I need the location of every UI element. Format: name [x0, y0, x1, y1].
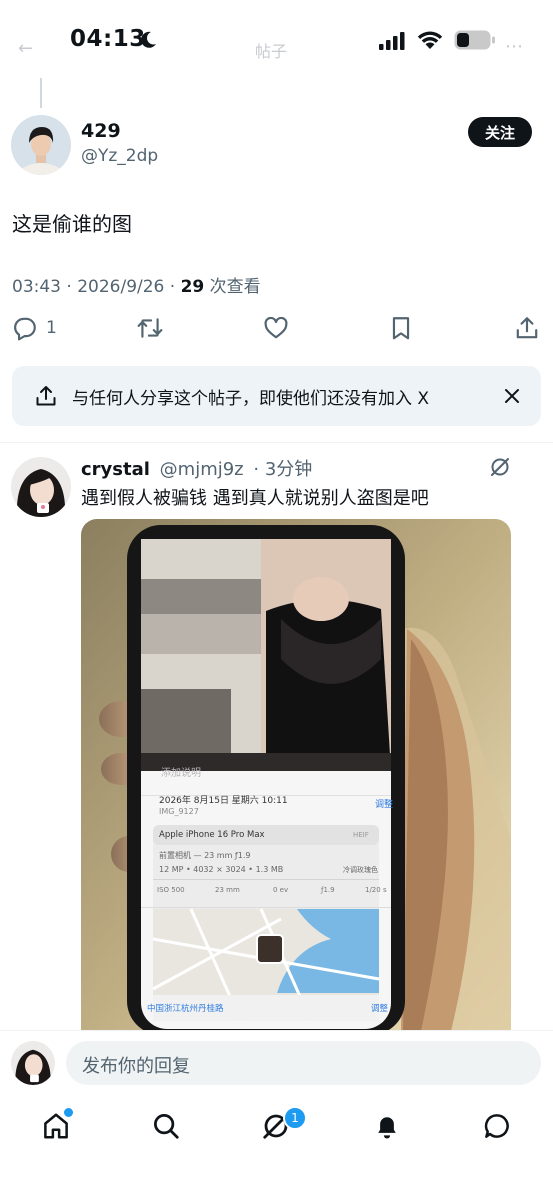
post-actions: 1: [0, 308, 553, 350]
photo-style: 冷调玫瑰色: [343, 866, 378, 874]
wifi-icon: [417, 31, 443, 49]
photo-file-name: IMG_9127: [159, 807, 199, 816]
tab-messages[interactable]: [477, 1106, 517, 1146]
reply-author-name[interactable]: crystal: [81, 459, 150, 480]
chat-icon: [484, 1114, 509, 1138]
photo-caption-placeholder: 添加说明: [161, 768, 201, 779]
photo-specs: 12 MP • 4032 × 3024 • 1.3 MB: [159, 865, 284, 874]
reply-icon: [14, 317, 36, 341]
home-notification-dot: [62, 1106, 75, 1119]
bell-icon: [378, 1117, 396, 1139]
share-action[interactable]: [514, 308, 540, 348]
photo-map-adjust: 调整: [371, 1004, 389, 1014]
back-arrow-icon[interactable]: ←: [18, 38, 33, 59]
photo-format-badge: HEIF: [353, 831, 369, 839]
photo-ev: 0 ev: [273, 886, 289, 894]
photo-shutter: 1/20 s: [365, 886, 387, 894]
reply-avatar[interactable]: [11, 457, 71, 517]
views-label: 次查看: [204, 277, 261, 297]
photo-date: 2026年 8月15日 星期六 10:11: [159, 796, 288, 806]
reply-text: 遇到假人被骗钱 遇到真人就说别人盗图是吧: [81, 488, 429, 509]
reply-input-placeholder: 发布你的回复: [82, 1056, 190, 1077]
author-name[interactable]: 429: [81, 120, 121, 142]
thread-line: [40, 78, 42, 108]
reply-time: · 3分钟: [253, 459, 313, 480]
bottom-tab-bar: [0, 1096, 553, 1200]
section-divider: [0, 442, 553, 443]
grok-icon[interactable]: [489, 456, 511, 478]
tab-notifications[interactable]: [367, 1106, 407, 1146]
heart-icon: [264, 316, 288, 339]
photo-camera: 前置相机 — 23 mm ƒ1.9: [159, 851, 251, 860]
status-time: 04:13: [70, 26, 146, 52]
moon-icon: [141, 31, 156, 48]
share-banner-text: 与任何人分享这个帖子，即使他们还没有加入 X: [72, 389, 430, 409]
reply-author-handle[interactable]: @mjmj9z: [160, 459, 244, 480]
header-title: 帖子: [255, 42, 288, 61]
share-banner[interactable]: 与任何人分享这个帖子，即使他们还没有加入 X: [12, 366, 541, 426]
tab-search[interactable]: [146, 1106, 186, 1146]
post-text: 这是偷谁的图: [12, 212, 132, 236]
like-action[interactable]: [262, 308, 290, 348]
reply-count: 1: [46, 318, 57, 338]
my-avatar: [11, 1041, 55, 1085]
post-meta: 03:43 · 2026/9/26 · 29 次查看: [12, 272, 261, 297]
photo-iso: ISO 500: [157, 886, 185, 894]
search-icon: [154, 1114, 179, 1139]
author-handle[interactable]: @Yz_2dp: [81, 146, 158, 166]
more-icon[interactable]: ⋯: [505, 36, 523, 57]
signal-icon: [379, 32, 405, 50]
share-icon: [516, 317, 538, 339]
battery-icon: [454, 30, 495, 50]
photo-aperture: ƒ1.9: [321, 886, 335, 894]
reply-action[interactable]: 1: [12, 308, 57, 348]
reply-header: crystal @mjmj9z · 3分钟: [81, 455, 312, 481]
post-time: 03:43 · 2026/9/26 ·: [12, 277, 181, 297]
status-bar: 04:13 ← 帖子 ⋯: [0, 0, 553, 80]
reply-input[interactable]: 发布你的回复: [66, 1041, 541, 1085]
photo-device: Apple iPhone 16 Pro Max: [159, 830, 265, 840]
bookmark-icon: [392, 317, 410, 340]
bookmark-action[interactable]: [388, 308, 414, 348]
grok-badge: 1: [283, 1106, 307, 1130]
views-count: 29: [180, 277, 205, 297]
repost-icon: [137, 318, 163, 338]
follow-button[interactable]: 关注: [468, 117, 532, 147]
photo-focal: 23 mm: [215, 886, 240, 894]
share-icon: [36, 386, 56, 406]
author-avatar[interactable]: [11, 115, 71, 175]
close-icon[interactable]: [502, 386, 522, 406]
photo-adjust: 调整: [375, 800, 394, 810]
reply-media[interactable]: 添加说明 2026年 8月15日 星期六 10:11 调整 IMG_9127 A…: [81, 519, 511, 1031]
repost-action[interactable]: [136, 308, 164, 348]
photo-location: 中国浙江杭州丹桂路: [147, 1004, 224, 1014]
